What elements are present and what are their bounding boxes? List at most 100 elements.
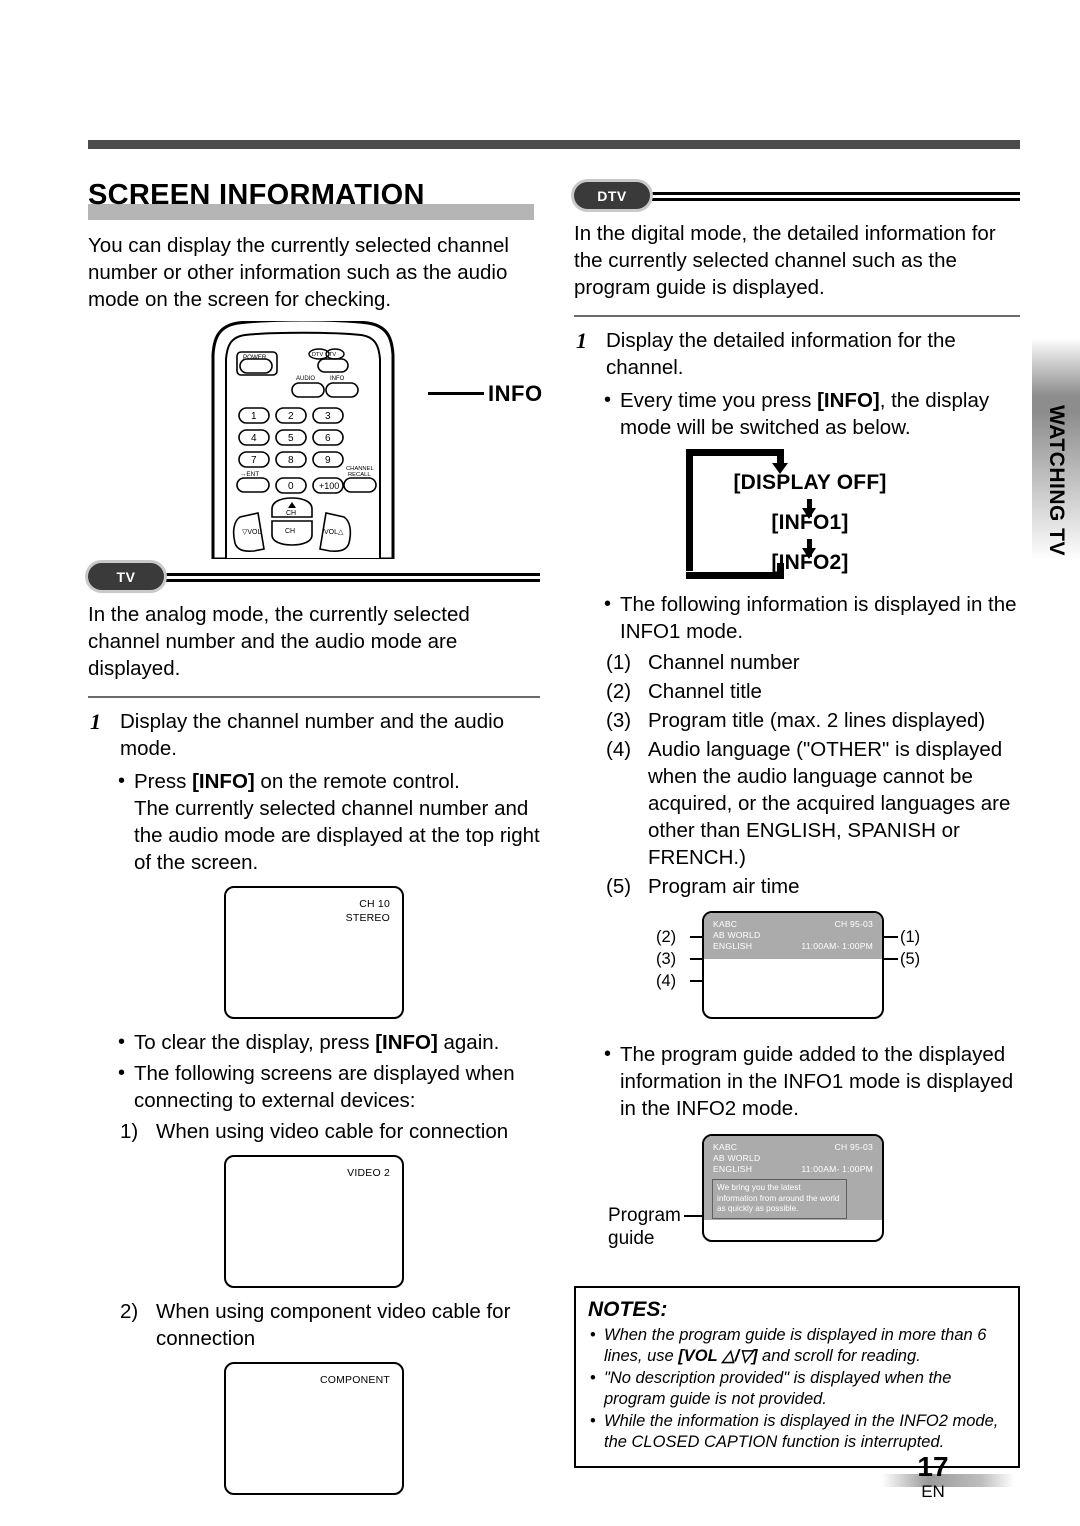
tv-mode-badge: TV — [88, 563, 164, 590]
info1-program-title: AB WORLD — [713, 930, 761, 940]
svg-text:CH: CH — [286, 510, 296, 517]
dtv-step-divider — [574, 315, 1020, 317]
svg-text:TV: TV — [329, 352, 336, 358]
page-number: 17 — [917, 1451, 949, 1482]
info2-row-language: ENGLISH 11:00AM- 1:00PM — [713, 1164, 873, 1175]
component-screen-osd: COMPONENT — [320, 1373, 390, 1387]
info-key-label: [INFO] — [192, 770, 255, 793]
svg-text:DTV: DTV — [312, 352, 323, 358]
info1-air-time: 11:00AM- 1:00PM — [801, 941, 873, 951]
svg-text:POWER: POWER — [243, 354, 267, 361]
info1-callout-2: (2) — [656, 928, 677, 946]
dtv-info-item-1-label: (1) — [606, 651, 632, 674]
info2-air-time: 11:00AM- 1:00PM — [801, 1164, 873, 1174]
info1-screen-illustration: KABC CH 95-03 AB WORLD ENGLISH 11:00AM- … — [702, 911, 884, 1019]
left-column: SCREEN INFORMATION You can display the c… — [88, 178, 542, 1505]
info1-audio-language: ENGLISH — [713, 941, 753, 951]
tv-bullet-press-info-pre: Press — [134, 770, 193, 793]
component-screen-illustration: COMPONENT — [224, 1362, 404, 1495]
video-osd-input: VIDEO 2 — [347, 1167, 390, 1179]
svg-text:CH: CH — [285, 528, 295, 535]
tv-bullet-clear-post: again. — [437, 1031, 500, 1054]
dtv-bullet-info2-contents: The program guide added to the displayed… — [574, 1041, 1020, 1122]
tv-subitem-video-cable: 1) When using video cable for connection — [88, 1118, 540, 1145]
dtv-info-item-1: (1) Channel number — [574, 649, 1020, 676]
side-tab-label: WATCHING TV — [1045, 405, 1068, 556]
svg-text:VOL△: VOL△ — [324, 529, 344, 536]
info1-callout-1: (1) — [900, 928, 921, 946]
svg-text:→ENT: →ENT — [240, 471, 259, 478]
tv-subitem-1-label: 1) — [120, 1120, 139, 1143]
svg-text:8: 8 — [288, 455, 294, 466]
svg-text:RECALL: RECALL — [348, 472, 371, 478]
dtv-info-item-2: (2) Channel title — [574, 678, 1020, 705]
tv-mode-header: TV — [88, 563, 540, 593]
info1-callout-3: (3) — [656, 950, 677, 968]
tv-step-1-number: 1 — [90, 709, 101, 734]
info1-channel-title: KABC — [713, 919, 738, 929]
info2-program-title: AB WORLD — [713, 1153, 761, 1163]
page-top-rule — [88, 140, 1020, 149]
flow-arrow-into-display-off-icon — [772, 449, 788, 474]
program-guide-callout-line1: Program — [608, 1205, 681, 1226]
dtv-intro-paragraph: In the digital mode, the detailed inform… — [574, 222, 996, 299]
info2-program-guide-box: We bring you the latest information from… — [712, 1179, 847, 1219]
info-callout-leader — [428, 392, 484, 395]
tv-bullet-press-info-post: on the remote control. — [254, 770, 460, 793]
remote-control-svg: POWER DTV TV AUDIO INFO 1 2 3 4 5 6 7 8 … — [211, 318, 395, 561]
tv-subitem-2-label: 2) — [120, 1300, 139, 1323]
svg-text:5: 5 — [288, 433, 294, 444]
dtv-bullet-press-pre: Every time you press — [620, 389, 818, 412]
svg-text:4: 4 — [251, 433, 257, 444]
svg-text:0: 0 — [288, 481, 294, 492]
component-osd-input: COMPONENT — [319, 1374, 390, 1386]
display-mode-flow-diagram: [DISPLAY OFF] [INFO1] [INFO2] — [686, 449, 916, 579]
notes-title: NOTES: — [588, 1298, 668, 1321]
dtv-info-item-1-text: Channel number — [648, 651, 800, 674]
dtv-info-item-2-label: (2) — [606, 680, 632, 703]
flow-item-info2: [INFO2] — [771, 551, 849, 574]
note-item-3: While the information is displayed in th… — [588, 1411, 1006, 1453]
dtv-step-1-text: Display the detailed information for the… — [606, 329, 956, 379]
analog-osd-audio-mode: STEREO — [345, 912, 390, 924]
svg-text:▽VOL: ▽VOL — [242, 529, 261, 536]
info1-row-program: AB WORLD — [713, 930, 873, 941]
program-guide-callout-line2: guide — [608, 1228, 655, 1249]
page-footer: 17 EN — [860, 1452, 1020, 1502]
svg-text:+100: +100 — [319, 481, 339, 491]
tv-subitem-2-text: When using component video cable for con… — [156, 1300, 511, 1350]
dtv-info-item-4-text: Audio language ("OTHER" is displayed whe… — [648, 738, 1011, 869]
info1-row-language: ENGLISH 11:00AM- 1:00PM — [713, 941, 873, 952]
program-guide-callout-label: Program guide — [608, 1204, 681, 1250]
svg-text:INFO: INFO — [330, 376, 345, 382]
section-heading: SCREEN INFORMATION — [88, 178, 540, 220]
info1-row-channel: KABC CH 95-03 — [713, 919, 873, 930]
tv-mode-rules — [148, 573, 540, 582]
flow-loop-top-segment — [686, 449, 784, 456]
info1-channel-number: CH 95-03 — [834, 919, 873, 929]
dtv-info-item-4: (4) Audio language ("OTHER" is displayed… — [574, 736, 1020, 871]
tv-subitem-component-cable: 2) When using component video cable for … — [88, 1298, 540, 1352]
svg-text:1: 1 — [251, 411, 257, 422]
video-screen-illustration: VIDEO 2 — [224, 1155, 404, 1288]
flow-item-display-off: [DISPLAY OFF] — [733, 471, 887, 494]
tv-bullet-clear-display: To clear the display, press [INFO] again… — [88, 1029, 540, 1056]
flow-arrow-down-2-icon — [802, 539, 816, 559]
dtv-info-item-5-text: Program air time — [648, 875, 800, 898]
info2-screen-illustration: KABC CH 95-03 AB WORLD ENGLISH 11:00AM- … — [702, 1134, 884, 1242]
dtv-mode-badge: DTV — [574, 182, 650, 209]
tv-bullet-press-info-cont: The currently selected channel number an… — [134, 797, 540, 874]
notes-box: NOTES: When the program guide is display… — [574, 1286, 1020, 1468]
info2-row-channel: KABC CH 95-03 — [713, 1142, 873, 1153]
svg-text:6: 6 — [325, 433, 331, 444]
intro-paragraph: You can display the currently selected c… — [88, 234, 509, 311]
side-tab-watching-tv: WATCHING TV — [1032, 338, 1080, 560]
svg-text:2: 2 — [288, 411, 294, 422]
note-item-1: When the program guide is displayed in m… — [588, 1325, 1006, 1367]
analog-screen-osd: CH 10 STEREO — [346, 897, 390, 925]
remote-control-illustration: POWER DTV TV AUDIO INFO 1 2 3 4 5 6 7 8 … — [88, 318, 542, 561]
page-title: SCREEN INFORMATION — [88, 179, 425, 211]
vol-key-label: [VOL △/▽] — [678, 1347, 758, 1365]
tv-bullet-clear-pre: To clear the display, press — [134, 1031, 376, 1054]
info2-channel-number: CH 95-03 — [834, 1142, 873, 1152]
